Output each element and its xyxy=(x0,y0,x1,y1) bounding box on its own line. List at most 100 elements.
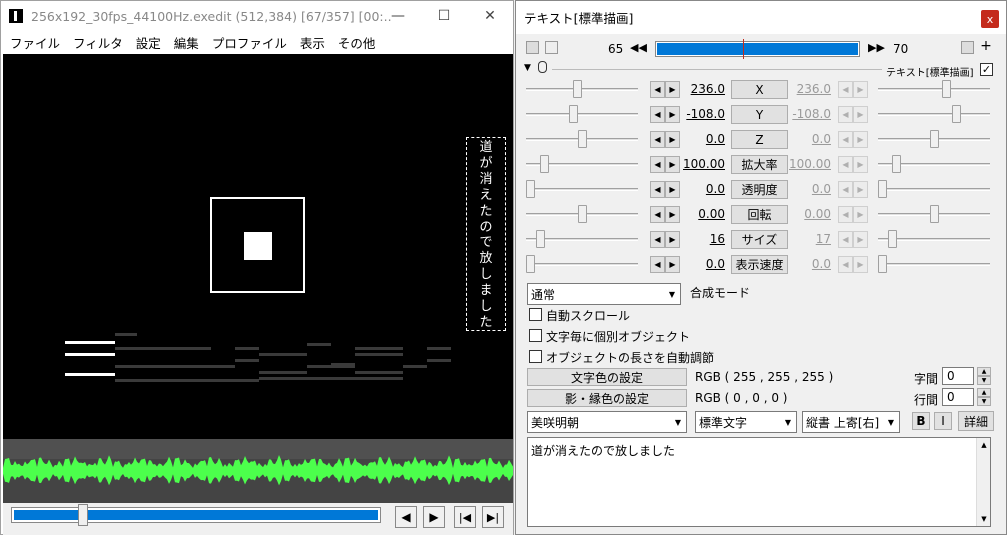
menu-item[interactable]: 設定 xyxy=(136,33,161,52)
param-start-slider[interactable] xyxy=(526,179,638,199)
param-start-slider[interactable] xyxy=(526,104,638,124)
maximize-button[interactable]: ☐ xyxy=(421,1,467,31)
scroll-down-icon[interactable]: ▼ xyxy=(977,512,991,526)
close-button[interactable]: ✕ xyxy=(467,1,513,31)
slider-thumb[interactable] xyxy=(941,80,951,98)
char-spacing-input[interactable]: 0 xyxy=(942,367,974,385)
decrement-icon[interactable]: ◀ xyxy=(650,81,665,98)
param-start-value[interactable]: 236.0 xyxy=(677,82,725,96)
param-name-button[interactable]: 拡大率 xyxy=(731,155,788,174)
slider-thumb[interactable] xyxy=(573,80,583,98)
next-frame-button[interactable]: ▶ xyxy=(423,506,445,528)
param-start-slider[interactable] xyxy=(526,129,638,149)
prev-frame-button[interactable]: ◀ xyxy=(395,506,417,528)
font-select[interactable]: 美咲明朝 ▼ xyxy=(527,411,687,433)
collapse-arrow-icon[interactable]: ▼ xyxy=(524,63,531,73)
param-name-button[interactable]: 回転 xyxy=(731,205,788,224)
param-start-spinner[interactable]: ◀ ▶ xyxy=(650,81,680,98)
line-spacing-up[interactable]: ▲ xyxy=(977,388,991,397)
param-start-slider[interactable] xyxy=(526,154,638,174)
filter-enabled-checkbox[interactable]: ✓ xyxy=(980,63,993,76)
slider-thumb[interactable] xyxy=(888,230,898,248)
param-start-slider[interactable] xyxy=(526,229,638,249)
style-select[interactable]: 標準文字 ▼ xyxy=(695,411,797,433)
align-select[interactable]: 縦書 上寄[右] ▼ xyxy=(802,411,900,433)
shadow-color-button[interactable]: 影・縁色の設定 xyxy=(527,389,687,407)
param-start-spinner[interactable]: ◀ ▶ xyxy=(650,206,680,223)
menu-item[interactable]: ファイル xyxy=(10,33,60,52)
slider-thumb[interactable] xyxy=(878,255,887,273)
slider-thumb[interactable] xyxy=(929,130,939,148)
param-start-spinner[interactable]: ◀ ▶ xyxy=(650,181,680,198)
slider-thumb[interactable] xyxy=(929,205,939,223)
textarea-scrollbar[interactable]: ▲ ▼ xyxy=(976,438,990,526)
param-start-spinner[interactable]: ◀ ▶ xyxy=(650,256,680,273)
seek-thumb[interactable] xyxy=(78,504,88,526)
char-spacing-down[interactable]: ▼ xyxy=(977,376,991,385)
detail-button[interactable]: 詳細 xyxy=(958,411,994,431)
option-checkbox-label[interactable]: 文字毎に個別オブジェクト xyxy=(546,328,690,345)
param-end-slider[interactable] xyxy=(878,229,990,249)
line-spacing-input[interactable]: 0 xyxy=(942,388,974,406)
param-start-spinner[interactable]: ◀ ▶ xyxy=(650,106,680,123)
param-start-slider[interactable] xyxy=(526,204,638,224)
param-name-button[interactable]: X xyxy=(731,80,788,99)
slider-thumb[interactable] xyxy=(536,230,546,248)
param-end-slider[interactable] xyxy=(878,204,990,224)
param-name-button[interactable]: Y xyxy=(731,105,788,124)
slider-thumb[interactable] xyxy=(878,180,887,198)
fast-forward-button[interactable]: ▶▶ xyxy=(868,41,885,57)
frame-slider[interactable] xyxy=(655,39,860,59)
decrement-icon[interactable]: ◀ xyxy=(650,231,665,248)
menu-item[interactable]: フィルタ xyxy=(73,33,123,52)
param-end-slider[interactable] xyxy=(878,179,990,199)
param-start-value[interactable]: 0.0 xyxy=(677,257,725,271)
char-spacing-up[interactable]: ▲ xyxy=(977,367,991,376)
decrement-icon[interactable]: ◀ xyxy=(650,131,665,148)
blend-mode-select[interactable]: 通常 ▼ xyxy=(527,283,681,305)
option-checkbox-label[interactable]: オブジェクトの長さを自動調節 xyxy=(546,349,714,366)
param-start-spinner[interactable]: ◀ ▶ xyxy=(650,156,680,173)
minimize-button[interactable]: — xyxy=(375,1,421,31)
first-frame-button[interactable]: |◀ xyxy=(454,506,476,528)
add-filter-button[interactable]: + xyxy=(979,39,993,54)
slider-thumb[interactable] xyxy=(526,255,535,273)
dialog-close-button[interactable]: x xyxy=(981,10,999,28)
slider-thumb[interactable] xyxy=(569,105,579,123)
option-checkbox[interactable] xyxy=(529,308,542,321)
param-name-button[interactable]: Z xyxy=(731,130,788,149)
param-start-spinner[interactable]: ◀ ▶ xyxy=(650,131,680,148)
param-start-value[interactable]: 0.00 xyxy=(677,207,725,221)
param-start-value[interactable]: 0.0 xyxy=(677,182,725,196)
slider-thumb[interactable] xyxy=(577,130,587,148)
param-start-slider[interactable] xyxy=(526,254,638,274)
param-end-slider[interactable] xyxy=(878,254,990,274)
param-start-value[interactable]: 16 xyxy=(677,232,725,246)
settings-icon[interactable] xyxy=(961,41,974,54)
param-start-value[interactable]: 0.0 xyxy=(677,132,725,146)
param-start-value[interactable]: 100.00 xyxy=(677,157,725,171)
italic-button[interactable]: I xyxy=(934,412,952,430)
param-name-button[interactable]: 透明度 xyxy=(731,180,788,199)
decrement-icon[interactable]: ◀ xyxy=(650,256,665,273)
decrement-icon[interactable]: ◀ xyxy=(650,106,665,123)
layer-icon[interactable] xyxy=(545,41,558,54)
bold-button[interactable]: B xyxy=(912,412,930,430)
text-content-input[interactable]: 道が消えたので放しました xyxy=(527,437,991,527)
param-end-slider[interactable] xyxy=(878,79,990,99)
param-end-slider[interactable] xyxy=(878,129,990,149)
param-name-button[interactable]: 表示速度 xyxy=(731,255,788,274)
param-start-slider[interactable] xyxy=(526,79,638,99)
menu-item[interactable]: その他 xyxy=(338,33,376,52)
menu-item[interactable]: 編集 xyxy=(174,33,199,52)
decrement-icon[interactable]: ◀ xyxy=(650,156,665,173)
scroll-up-icon[interactable]: ▲ xyxy=(977,438,991,452)
last-frame-button[interactable]: ▶| xyxy=(482,506,504,528)
param-end-slider[interactable] xyxy=(878,154,990,174)
slider-thumb[interactable] xyxy=(892,155,902,173)
menu-item[interactable]: 表示 xyxy=(300,33,325,52)
video-preview[interactable]: 道が消えたので放しました xyxy=(3,54,513,439)
param-end-slider[interactable] xyxy=(878,104,990,124)
seek-bar[interactable] xyxy=(11,507,381,523)
param-start-value[interactable]: -108.0 xyxy=(677,107,725,121)
